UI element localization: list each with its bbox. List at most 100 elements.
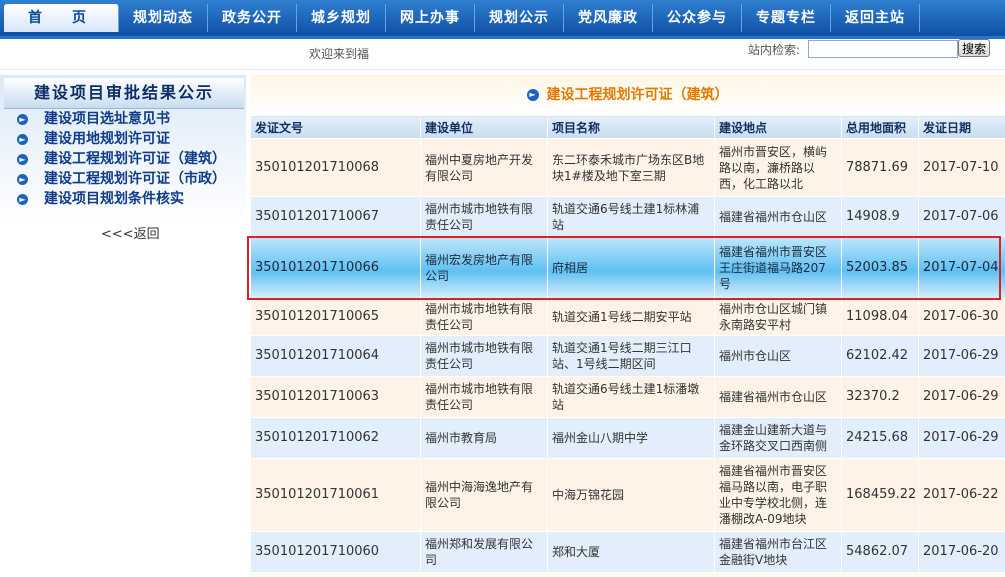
cell-date: 2017-07-10 <box>918 138 1005 197</box>
sidebar-title: 建设项目审批结果公示 <box>4 78 244 109</box>
column-header: 总用地面积 <box>841 115 919 139</box>
table-row[interactable]: 350101201710063 福州市城市地铁有限责任公司 轨道交通6号线土建1… <box>250 376 1005 418</box>
cell-permit-number: 350101201710066 <box>250 236 421 299</box>
sidebar-link-building-permit[interactable]: ► 建设工程规划许可证（建筑） <box>0 149 246 169</box>
cell-date: 2017-06-20 <box>918 531 1005 573</box>
cell-builder: 福州市城市地铁有限责任公司 <box>420 376 548 418</box>
sidebar-link-condition-verification[interactable]: ► 建设项目规划条件核实 <box>0 189 246 209</box>
sidebar-link-label: 建设工程规划许可证（市政） <box>44 171 226 187</box>
cell-location: 福州市仓山区 <box>714 335 842 377</box>
arrow-bullet-icon: ► <box>17 153 28 165</box>
cell-builder: 福州郑和发展有限公司 <box>420 531 548 573</box>
search-button[interactable]: 搜索 <box>958 39 990 57</box>
arrow-bullet-icon: ► <box>526 89 539 101</box>
nav-item-home[interactable]: 首 页 <box>4 4 119 32</box>
page-title-text: 建设工程规划许可证（建筑） <box>546 87 729 103</box>
back-link[interactable]: <<<返回 <box>101 223 160 242</box>
cell-date: 2017-06-29 <box>918 417 1005 459</box>
cell-builder: 福州市城市地铁有限责任公司 <box>420 196 548 237</box>
search-input[interactable] <box>808 40 958 58</box>
sidebar-link-land-use-permit[interactable]: ► 建设用地规划许可证 <box>0 129 246 149</box>
table-row-selected[interactable]: 350101201710066 福州宏发房地产有限公司 府相居 福建省福州市晋安… <box>250 236 1005 299</box>
cell-location: 福建省福州市晋安区福马路以南，电子职业中专学校北侧，连潘棚改A-09地块 <box>714 458 842 532</box>
cell-project-name: 轨道交通6号线土建1标潘墩站 <box>547 376 715 418</box>
cell-date: 2017-06-29 <box>918 335 1005 377</box>
nav-item-public-participation[interactable]: 公众参与 <box>653 4 742 32</box>
column-header: 项目名称 <box>547 115 715 139</box>
sidebar-link-municipal-permit[interactable]: ► 建设工程规划许可证（市政） <box>0 169 246 189</box>
column-header: 建设单位 <box>420 115 548 139</box>
cell-builder: 福州中海海逸地产有限公司 <box>420 458 548 532</box>
cell-date: 2017-06-29 <box>918 376 1005 418</box>
nav-item-online-services[interactable]: 网上办事 <box>386 4 475 32</box>
cell-date: 2017-07-06 <box>918 196 1005 237</box>
arrow-bullet-icon: ► <box>17 113 28 125</box>
permit-table: 发证文号 建设单位 项目名称 建设地点 总用地面积 发证日期 350101201… <box>250 115 1005 573</box>
cell-permit-number: 350101201710067 <box>250 196 421 237</box>
cell-date: 2017-06-30 <box>918 298 1005 336</box>
cell-project-name: 福州金山八期中学 <box>547 417 715 459</box>
cell-area: 14908.9 <box>841 196 919 237</box>
cell-location: 福建省福州市晋安区王庄街道福马路207号 <box>714 236 842 299</box>
table-row[interactable]: 350101201710068 福州中夏房地产开发有限公司 东二环泰禾城市广场东… <box>250 138 1005 197</box>
arrow-bullet-icon: ► <box>17 133 28 145</box>
cell-area: 32370.2 <box>841 376 919 418</box>
column-header: 发证日期 <box>918 115 1005 139</box>
sidebar-link-label: 建设用地规划许可证 <box>44 131 170 147</box>
cell-area: 52003.85 <box>841 236 919 299</box>
table-header-row: 发证文号 建设单位 项目名称 建设地点 总用地面积 发证日期 <box>250 115 1005 139</box>
cell-location: 福建省福州市仓山区 <box>714 196 842 237</box>
cell-location: 福建省福州市仓山区 <box>714 376 842 418</box>
cell-project-name: 轨道交通1号线二期安平站 <box>547 298 715 336</box>
cell-project-name: 郑和大厦 <box>547 531 715 573</box>
cell-project-name: 中海万锦花园 <box>547 458 715 532</box>
nav-item-urban-rural-planning[interactable]: 城乡规划 <box>297 4 386 32</box>
cell-project-name: 轨道交通6号线土建1标林浦站 <box>547 196 715 237</box>
column-header: 建设地点 <box>714 115 842 139</box>
cell-area: 11098.04 <box>841 298 919 336</box>
cell-location: 福州市仓山区城门镇永南路安平村 <box>714 298 842 336</box>
welcome-text: 欢迎来到福 <box>309 47 370 61</box>
cell-permit-number: 350101201710065 <box>250 298 421 336</box>
page-title: ► 建设工程规划许可证（建筑） <box>250 75 1005 115</box>
sidebar-link-label: 建设项目选址意见书 <box>44 111 170 127</box>
cell-builder: 福州市教育局 <box>420 417 548 459</box>
cell-permit-number: 350101201710068 <box>250 138 421 197</box>
cell-area: 54862.07 <box>841 531 919 573</box>
nav-item-special-topics[interactable]: 专题专栏 <box>742 4 831 32</box>
nav-item-return-main-site[interactable]: 返回主站 <box>831 4 920 32</box>
table-row[interactable]: 350101201710062 福州市教育局 福州金山八期中学 福建金山建新大道… <box>250 417 1005 459</box>
cell-project-name: 东二环泰禾城市广场东区B地块1#楼及地下室三期 <box>547 138 715 197</box>
cell-area: 78871.69 <box>841 138 919 197</box>
sub-bar: 欢迎来到福 站内检索: 搜索 <box>0 39 1005 70</box>
column-header: 发证文号 <box>250 115 421 139</box>
cell-project-name: 轨道交通1号线二期三江口站、1号线二期区间 <box>547 335 715 377</box>
cell-date: 2017-07-04 <box>918 236 1005 299</box>
nav-item-government-affairs[interactable]: 政务公开 <box>208 4 297 32</box>
table-row[interactable]: 350101201710065 福州市城市地铁有限责任公司 轨道交通1号线二期安… <box>250 298 1005 336</box>
nav-item-integrity[interactable]: 党风廉政 <box>564 4 653 32</box>
cell-location: 福州市晋安区，横屿路以南，濂桥路以西，化工路以北 <box>714 138 842 197</box>
arrow-bullet-icon: ► <box>17 193 28 205</box>
cell-project-name: 府相居 <box>547 236 715 299</box>
cell-builder: 福州市城市地铁有限责任公司 <box>420 298 548 336</box>
cell-permit-number: 350101201710062 <box>250 417 421 459</box>
cell-permit-number: 350101201710064 <box>250 335 421 377</box>
table-row[interactable]: 350101201710064 福州市城市地铁有限责任公司 轨道交通1号线二期三… <box>250 335 1005 377</box>
search-label: 站内检索: <box>748 43 801 57</box>
table-row[interactable]: 350101201710061 福州中海海逸地产有限公司 中海万锦花园 福建省福… <box>250 458 1005 532</box>
cell-date: 2017-06-22 <box>918 458 1005 532</box>
sidebar-link-label: 建设工程规划许可证（建筑） <box>44 151 226 167</box>
cell-area: 168459.22 <box>841 458 919 532</box>
cell-area: 62102.42 <box>841 335 919 377</box>
nav-item-planning-notice[interactable]: 规划公示 <box>475 4 564 32</box>
table-row[interactable]: 350101201710067 福州市城市地铁有限责任公司 轨道交通6号线土建1… <box>250 196 1005 237</box>
cell-builder: 福州市城市地铁有限责任公司 <box>420 335 548 377</box>
nav-item-planning-news[interactable]: 规划动态 <box>119 4 208 32</box>
cell-builder: 福州宏发房地产有限公司 <box>420 236 548 299</box>
arrow-bullet-icon: ► <box>17 173 28 185</box>
sidebar-link-site-selection[interactable]: ► 建设项目选址意见书 <box>0 109 246 129</box>
cell-permit-number: 350101201710060 <box>250 531 421 573</box>
table-row[interactable]: 350101201710060 福州郑和发展有限公司 郑和大厦 福建省福州市台江… <box>250 531 1005 573</box>
sidebar-links: ► 建设项目选址意见书 ► 建设用地规划许可证 ► 建设工程规划许可证（建筑） … <box>0 109 246 209</box>
